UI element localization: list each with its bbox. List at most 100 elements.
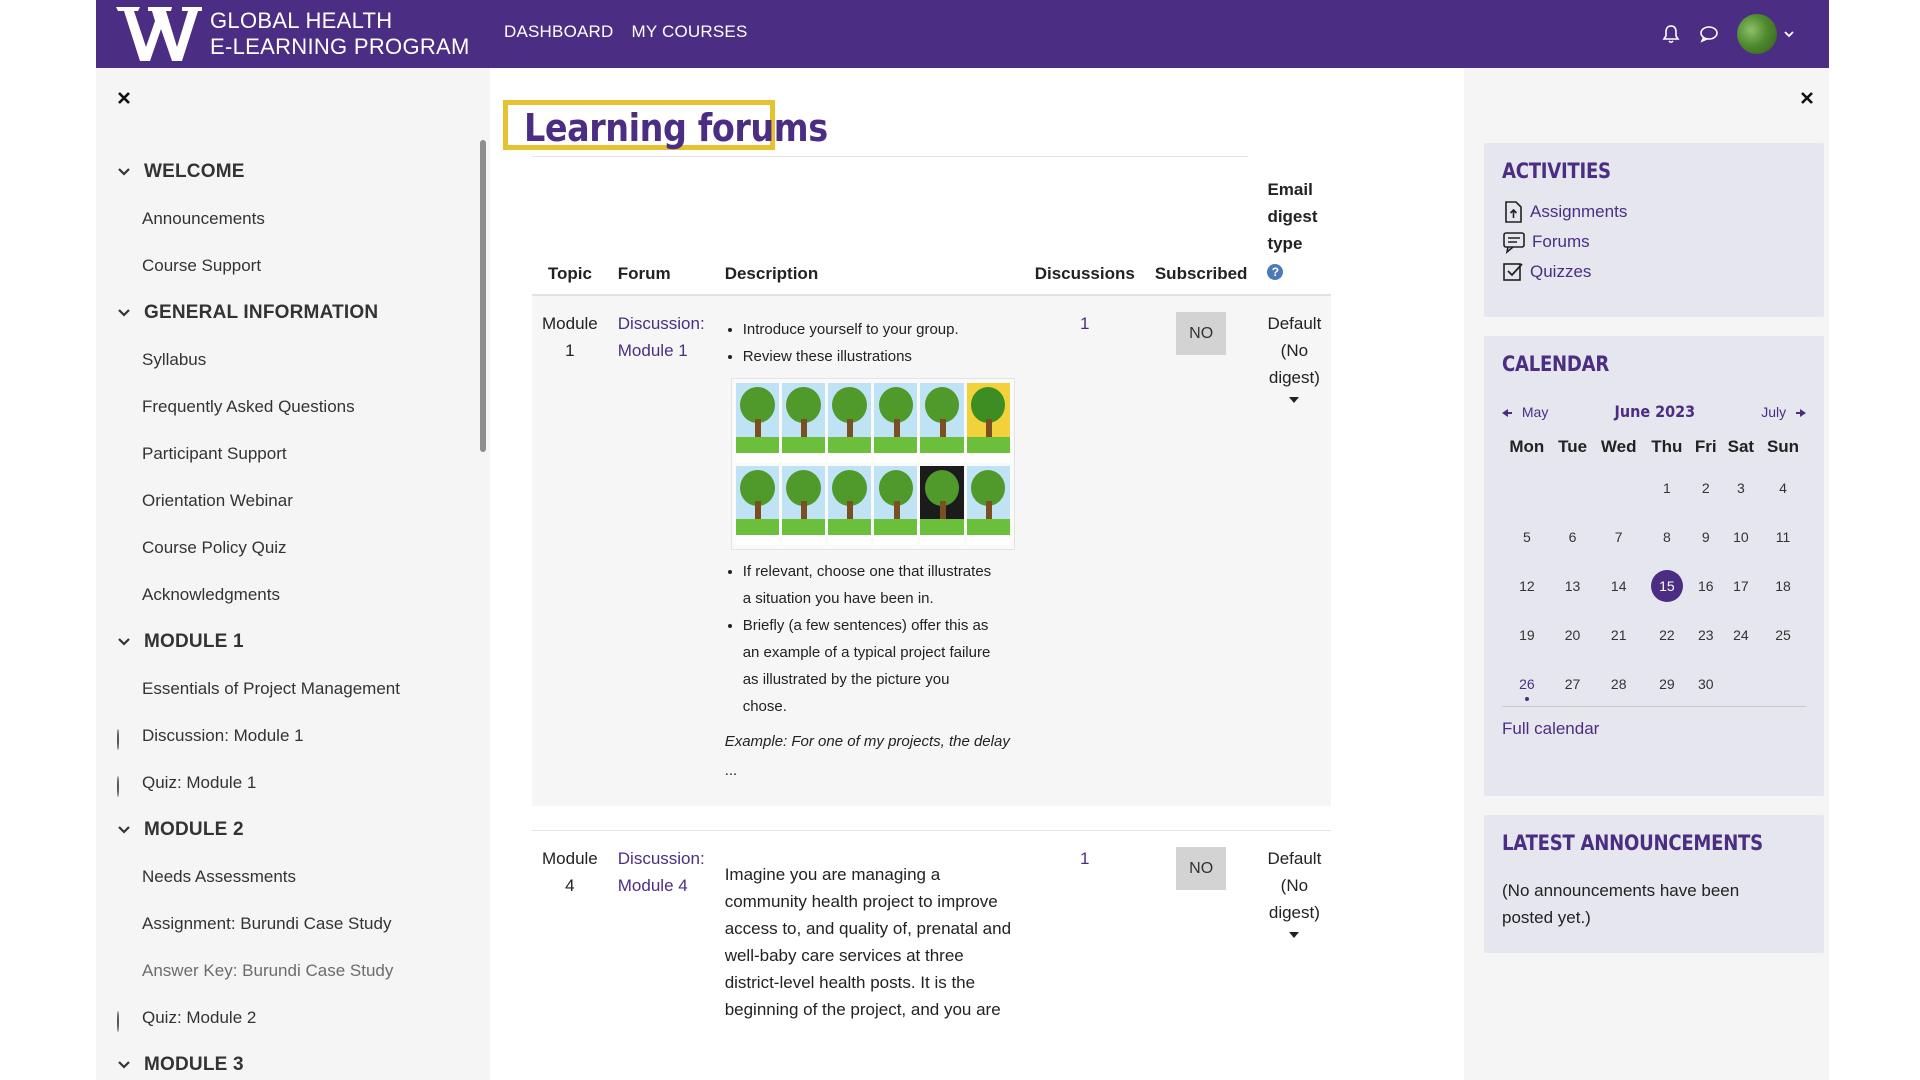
chevron-down-icon[interactable] <box>116 1057 132 1073</box>
calendar-day[interactable]: 14 <box>1593 561 1644 610</box>
activities-block: ACTIVITIES Assignments Forums Quizzes <box>1484 143 1824 317</box>
course-index-item[interactable]: Essentials of Project Management <box>116 665 466 712</box>
course-index-item[interactable]: Discussion: Module 1 <box>116 712 466 759</box>
calendar-day[interactable]: 27 <box>1552 659 1594 708</box>
university-w-logo[interactable] <box>114 3 204 65</box>
blocks-drawer: ACTIVITIES Assignments Forums Quizzes CA… <box>1464 68 1829 1080</box>
calendar-next-month[interactable]: July <box>1761 404 1806 420</box>
course-index-item[interactable]: Quiz: Module 1 <box>116 759 466 806</box>
chevron-down-icon[interactable] <box>116 164 132 180</box>
full-calendar-link[interactable]: Full calendar <box>1502 719 1806 739</box>
nav-dashboard[interactable]: DASHBOARD <box>504 22 614 42</box>
arrow-left-icon <box>1502 408 1512 417</box>
messages-chat-icon[interactable] <box>1699 24 1719 44</box>
course-index-item[interactable]: Orientation Webinar <box>116 477 466 524</box>
item-label: Course Support <box>142 255 262 275</box>
calendar-day[interactable]: 12 <box>1502 561 1552 610</box>
forum-link-line-2: Module 1 <box>617 341 688 360</box>
status-mark <box>116 918 128 930</box>
calendar-prev-month[interactable]: May <box>1502 404 1548 420</box>
course-index-item[interactable]: Course Policy Quiz <box>116 524 466 571</box>
calendar-day[interactable]: 15 <box>1644 561 1690 610</box>
calendar-day[interactable]: 7 <box>1593 512 1644 561</box>
close-drawer-icon[interactable] <box>116 90 132 106</box>
calendar-day[interactable]: 28 <box>1593 659 1644 708</box>
course-index-item[interactable]: Acknowledgments <box>116 571 466 618</box>
calendar-day[interactable]: 20 <box>1552 610 1594 659</box>
calendar-day[interactable]: 10 <box>1722 512 1760 561</box>
chevron-down-icon[interactable] <box>116 305 132 321</box>
activity-quizzes[interactable]: Quizzes <box>1502 257 1806 287</box>
calendar-day[interactable]: 30 <box>1690 659 1722 708</box>
course-index-item[interactable]: Announcements <box>116 195 466 242</box>
calendar-day[interactable]: 24 <box>1722 610 1760 659</box>
day-number: 10 <box>1733 528 1749 545</box>
calendar-day[interactable]: 23 <box>1690 610 1722 659</box>
calendar-day[interactable]: 19 <box>1502 610 1552 659</box>
chevron-down-icon[interactable] <box>116 822 132 838</box>
subscribe-toggle-button[interactable]: NO <box>1176 847 1227 890</box>
course-index-item[interactable]: Assignment: Burundi Case Study <box>116 900 466 947</box>
activity-forums[interactable]: Forums <box>1502 227 1806 257</box>
user-avatar[interactable] <box>1737 14 1777 54</box>
calendar-day[interactable]: 9 <box>1690 512 1722 561</box>
activity-assignments[interactable]: Assignments <box>1502 197 1806 227</box>
course-index-item[interactable]: Quiz: Module 2 <box>116 994 466 1041</box>
discussions-count-link[interactable]: 1 <box>1080 849 1089 868</box>
calendar-title: CALENDAR <box>1502 352 1610 376</box>
weekday-label: Tue <box>1558 437 1588 456</box>
calendar-day[interactable]: 21 <box>1593 610 1644 659</box>
forum-link-module-4[interactable]: Discussion: Module 4 <box>618 845 705 899</box>
discussions-count-link[interactable]: 1 <box>1080 314 1089 333</box>
calendar-week: 1 2 3 4 <box>1502 463 1806 512</box>
calendar-day[interactable]: 3 <box>1722 463 1760 512</box>
calendar-day[interactable]: 4 <box>1760 463 1806 512</box>
calendar-day[interactable]: 5 <box>1502 512 1552 561</box>
calendar-day[interactable]: 2 <box>1690 463 1722 512</box>
calendar-day[interactable]: 11 <box>1760 512 1806 561</box>
calendar-day[interactable]: 25 <box>1760 610 1806 659</box>
drawer-scrollbar[interactable] <box>480 140 486 452</box>
calendar-day[interactable]: 22 <box>1644 610 1690 659</box>
calendar-day[interactable]: 8 <box>1644 512 1690 561</box>
calendar-day[interactable]: 1 <box>1644 463 1690 512</box>
nav-my-courses[interactable]: MY COURSES <box>632 22 748 42</box>
calendar-day[interactable]: 13 <box>1552 561 1594 610</box>
help-question-icon[interactable]: ? <box>1267 264 1284 280</box>
digest-select[interactable]: Default (No digest) <box>1257 295 1332 806</box>
calendar-day[interactable]: 6 <box>1552 512 1594 561</box>
subscribe-toggle-button[interactable]: NO <box>1176 312 1227 355</box>
ellipsis-text: ... <box>724 762 738 779</box>
course-section-header[interactable]: WELCOME <box>116 148 466 195</box>
course-section-header[interactable]: MODULE 2 <box>116 806 466 853</box>
notifications-bell-icon[interactable] <box>1661 24 1681 44</box>
example-text: Example: For one of my projects, the del… <box>724 733 1010 750</box>
chevron-down-icon[interactable] <box>116 634 132 650</box>
calendar-day[interactable]: 16 <box>1690 561 1722 610</box>
calendar-day-event[interactable]: 26 <box>1502 659 1552 708</box>
day-number: 12 <box>1519 577 1535 594</box>
digest-select[interactable]: Default (No digest) <box>1257 831 1331 1038</box>
digest-line-2: (No <box>1280 341 1309 360</box>
course-index-item[interactable]: Needs Assessments <box>116 853 466 900</box>
chevron-down-icon[interactable] <box>1783 24 1795 44</box>
dropdown-caret-icon[interactable] <box>1289 932 1300 938</box>
course-section-header[interactable]: MODULE 3 <box>116 1041 466 1080</box>
course-index-item[interactable]: Answer Key: Burundi Case Study <box>116 947 466 994</box>
close-blocks-drawer-icon[interactable] <box>1799 90 1815 106</box>
course-section-header[interactable]: MODULE 1 <box>116 618 466 665</box>
course-index-item[interactable]: Syllabus <box>116 336 466 383</box>
day-number: 3 <box>1736 479 1745 496</box>
course-index-item[interactable]: Course Support <box>116 242 466 289</box>
prev-month-label: May <box>1521 403 1549 420</box>
calendar-day[interactable]: 17 <box>1722 561 1760 610</box>
forum-link-module-1[interactable]: Discussion: Module 1 <box>618 310 705 364</box>
dropdown-caret-icon[interactable] <box>1289 397 1300 403</box>
course-index-item[interactable]: Participant Support <box>116 430 466 477</box>
calendar-week: 5 6 7 8 9 10 11 <box>1502 512 1806 561</box>
course-index-item[interactable]: Frequently Asked Questions <box>116 383 466 430</box>
calendar-day[interactable]: 18 <box>1760 561 1806 610</box>
calendar-day[interactable]: 29 <box>1644 659 1690 708</box>
brand-title[interactable]: GLOBAL HEALTH E-LEARNING PROGRAM <box>210 8 470 60</box>
course-section-header[interactable]: GENERAL INFORMATION <box>116 289 466 336</box>
